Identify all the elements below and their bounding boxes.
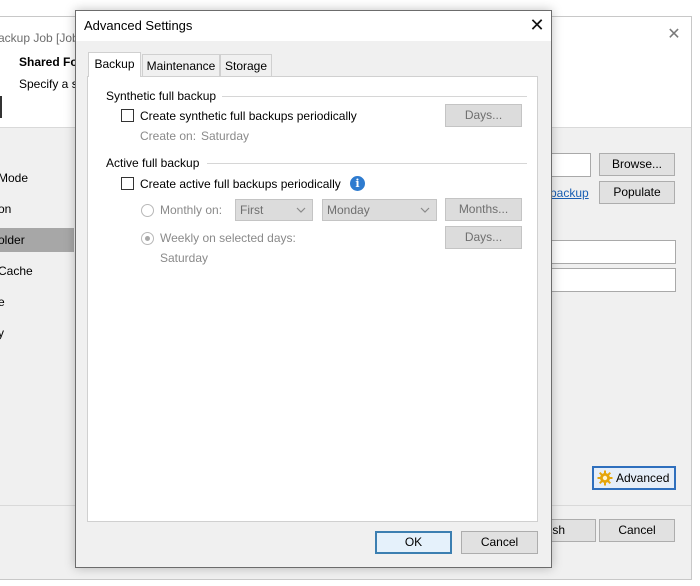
synthetic-days-button[interactable]: Days...	[445, 104, 522, 127]
advanced-button-label: Advanced	[616, 471, 670, 485]
tab-backup[interactable]: Backup	[88, 52, 141, 77]
active-full-checkbox[interactable]	[121, 177, 134, 190]
active-full-checkbox-label: Create active full backups periodically	[140, 177, 341, 191]
backup-link[interactable]: backup	[550, 186, 589, 200]
monthly-on-label: Monthly on:	[160, 203, 223, 217]
wizard-nav-item-5[interactable]: e	[0, 290, 74, 314]
synthetic-group-title: Synthetic full backup	[106, 89, 217, 103]
weekly-days-value: Saturday	[160, 251, 209, 265]
dialog-cancel-button[interactable]: Cancel	[461, 531, 538, 554]
monthly-day-select[interactable]: Monday	[322, 199, 437, 221]
create-on-label: Create on:	[140, 129, 197, 143]
wizard-nav-item-2[interactable]: on	[0, 197, 74, 221]
weekly-label: Weekly on selected days:	[160, 231, 296, 245]
monthly-week-select[interactable]: First	[235, 199, 313, 221]
chevron-down-icon	[295, 200, 307, 220]
wizard-step-heading: Shared Fo	[19, 55, 78, 69]
monthly-day-value: Monday	[327, 203, 370, 217]
monthly-week-value: First	[240, 203, 264, 217]
monthly-radio[interactable]	[141, 204, 154, 217]
dialog-title: Advanced Settings	[84, 18, 193, 33]
browse-button[interactable]: Browse...	[599, 153, 675, 176]
chevron-down-icon	[419, 200, 431, 220]
wizard-window-title: ackup Job [Job	[0, 31, 79, 45]
tab-maintenance[interactable]: Maintenance	[142, 54, 220, 76]
wizard-nav-item-folder[interactable]: older	[0, 228, 74, 252]
advanced-button[interactable]: Advanced	[592, 466, 676, 490]
wizard-close-icon[interactable]: ✕	[666, 27, 682, 43]
wizard-field-1[interactable]	[548, 240, 676, 264]
wizard-field-2[interactable]	[548, 268, 676, 292]
wizard-header-edge	[0, 96, 2, 118]
create-on-value: Saturday	[201, 129, 250, 143]
months-button[interactable]: Months...	[445, 198, 522, 221]
wizard-cancel-button[interactable]: Cancel	[599, 519, 675, 542]
gear-icon	[597, 470, 613, 486]
synthetic-group-divider	[222, 96, 527, 97]
wizard-nav-item-mode[interactable]: Mode	[0, 166, 74, 190]
weekly-radio[interactable]	[141, 232, 154, 245]
wizard-nav-item-cache[interactable]: Cache	[0, 259, 74, 283]
tab-storage[interactable]: Storage	[220, 54, 272, 76]
wizard-nav-item-6[interactable]: y	[0, 321, 74, 345]
active-group-title: Active full backup	[106, 156, 200, 170]
ok-button[interactable]: OK	[375, 531, 452, 554]
wizard-step-description: Specify a s	[19, 77, 78, 91]
info-icon[interactable]: i	[350, 176, 365, 191]
active-days-button[interactable]: Days...	[445, 226, 522, 249]
populate-button[interactable]: Populate	[599, 181, 675, 204]
dialog-close-icon[interactable]: ✕	[527, 15, 547, 35]
active-group-divider	[207, 163, 527, 164]
synthetic-full-checkbox-label: Create synthetic full backups periodical…	[140, 109, 357, 123]
synthetic-full-checkbox[interactable]	[121, 109, 134, 122]
path-field[interactable]	[548, 153, 591, 177]
